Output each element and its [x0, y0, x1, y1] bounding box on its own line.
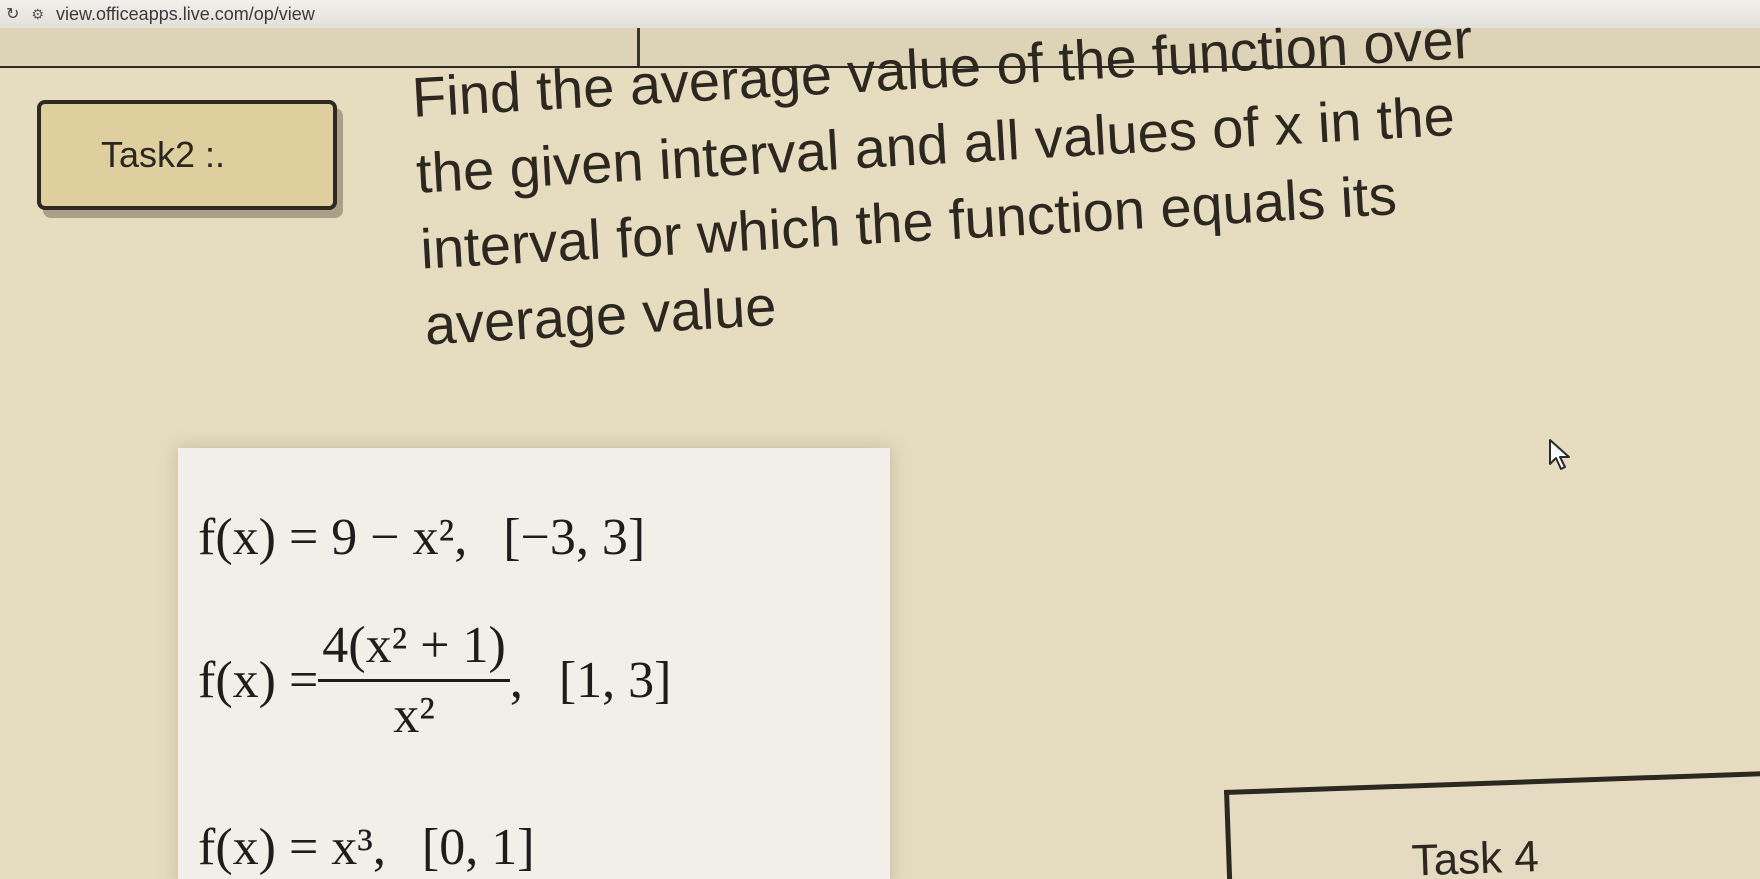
- formula-1-interval: [−3, 3]: [503, 509, 646, 566]
- reload-icon[interactable]: ↻: [6, 4, 19, 24]
- mouse-cursor-icon: [1549, 439, 1570, 470]
- formula-2-fraction: 4(x² + 1) x²: [318, 616, 510, 745]
- url-text[interactable]: view.officeapps.live.com/op/view: [56, 4, 315, 25]
- formula-2-interval: [1, 3]: [558, 652, 672, 709]
- formula-card: f(x) = 9 − x², [−3, 3] f(x) = 4(x² + 1) …: [178, 448, 890, 879]
- formula-3: f(x) = x³, [0, 1]: [198, 818, 535, 877]
- formula-1-expression: f(x) = 9 − x²,: [198, 509, 468, 566]
- formula-2-numerator: 4(x² + 1): [318, 616, 510, 682]
- formula-2-lhs: f(x) =: [198, 652, 319, 709]
- formula-3-interval: [0, 1]: [421, 819, 535, 876]
- question-text: Find the average value of the function o…: [410, 0, 1755, 364]
- formula-2-comma: ,: [509, 652, 523, 709]
- task-label: Task2 :.: [101, 134, 226, 175]
- formula-1: f(x) = 9 − x², [−3, 3]: [198, 508, 645, 567]
- formula-2-denominator: x²: [393, 687, 435, 744]
- next-task-label: Task 4: [1410, 832, 1540, 879]
- site-settings-icon[interactable]: ⚙: [31, 6, 44, 23]
- task-badge: Task2 :.: [37, 100, 337, 210]
- formula-2: f(x) = 4(x² + 1) x² , [1, 3]: [198, 616, 671, 745]
- formula-3-expression: f(x) = x³,: [198, 819, 386, 876]
- next-task-box: Task 4: [1224, 770, 1760, 879]
